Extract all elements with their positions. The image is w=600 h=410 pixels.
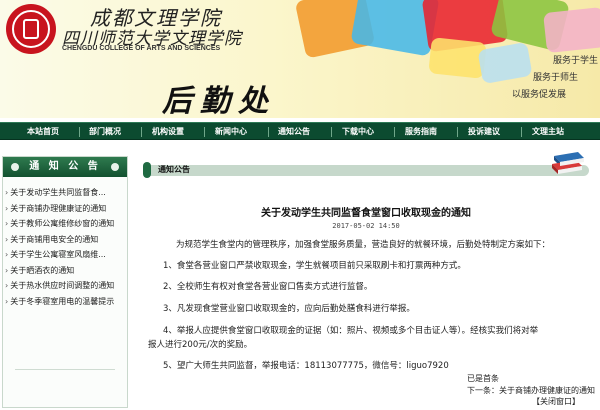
nav-notices[interactable]: 通知公告 [278,123,310,141]
sidebar-notice-item[interactable]: › 关于冬季寝室用电的温馨提示 [5,294,127,310]
prev-article-link: 已是首条 [467,374,499,383]
banner-slogan: 服务于师生 [533,73,579,83]
article-paragraph-3: 3、凡发现食堂营业窗口收取现金的，应向后勤处膳食科进行举报。 [163,304,415,314]
sidebar-notice-item[interactable]: › 关于热水供应时间调整的通知 [5,278,127,294]
bullet-icon: › [5,219,9,228]
decor-puzzle-piece [543,6,600,54]
article-title: 关于发动学生共同监督食堂窗口收取现金的通知 [261,208,471,219]
school-logo [6,4,56,54]
sidebar-notice-item[interactable]: › 关于商铺用电安全的通知 [5,232,127,248]
bullet-icon: › [5,250,9,259]
nav-downloads[interactable]: 下载中心 [342,123,374,141]
divider [15,369,115,370]
sidebar-notice-list: › 关于发动学生共同监督食... › 关于商铺办理健康证的通知 › 关于教师公寓维修纱… [5,185,127,309]
sidebar-header: 通 知 公 告 [3,157,127,177]
school-name-en: CHENGDU COLLEGE OF ARTS AND SCIENCES [62,45,221,52]
sidebar-notice-item[interactable]: › 关于商铺办理健康证的通知 [5,201,127,217]
article-paragraph-5: 5、望广大师生共同监督，举报电话：18113077775，微信号：liguo79… [163,361,449,371]
bullet-icon: › [5,234,9,244]
sidebar-notice-item[interactable]: › 关于学生公寓寝室风扇维... [5,247,127,263]
nav-home[interactable]: 本站首页 [27,123,59,141]
nav-complaints[interactable]: 投诉建议 [468,123,500,141]
bullet-icon: › [5,281,9,290]
article-date: 2017-05-02 14:50 [332,222,400,230]
nav-main-site[interactable]: 文理主站 [532,123,564,141]
section-label: 通知公告 [158,165,190,174]
nav-news[interactable]: 新闻中心 [215,123,247,141]
notice-sidebar: 通 知 公 告 › 关于发动学生共同监督食... › 关于商铺办理健康证的通知 › 关… [2,156,128,408]
nav-about[interactable]: 部门概况 [89,123,121,141]
bullet-icon: › [5,265,9,275]
section-header-bar [143,165,589,176]
header-banner: 成都文理学院 四川师范大学文理学院 CHENGDU COLLEGE OF ART… [0,0,600,118]
article-paragraph-4-cont: 报人进行200元/次的奖励。 [148,340,253,350]
bullet-icon: › [5,203,9,213]
decor-puzzle-piece [477,41,533,85]
department-title: 后勤处 [162,84,276,118]
banner-slogan: 服务于学生 [553,56,599,66]
bullet-icon: › [5,188,9,197]
article-paragraph-4: 4、举报人应提供食堂窗口收取现金的证据（如：照片、视频或多个目击证人等）。经核实… [163,326,539,336]
close-window-button[interactable]: 【关闭窗口】 [532,396,580,407]
section-header-cap [143,162,151,178]
main-nav: 本站首页 部门概况 机构设置 新闻中心 通知公告 下载中心 服务指南 投诉建议 … [0,122,600,140]
article-intro: 为规范学生食堂内的管理秩序，加强食堂服务质量，营造良好的就餐环境，后勤处特制定方… [176,240,551,250]
article-paragraph-1: 1、食堂各营业窗口严禁收取现金，学生就餐项目前只采取刷卡和打票两种方式。 [163,261,466,271]
nav-service-guide[interactable]: 服务指南 [405,123,437,141]
sidebar-title: 通 知 公 告 [29,161,101,172]
sidebar-notice-item[interactable]: › 关于发动学生共同监督食... [5,185,127,201]
next-article-link[interactable]: 下一条：关于商铺办理健康证的通知 [467,385,595,396]
nav-organization[interactable]: 机构设置 [152,123,184,141]
article-paragraph-2: 2、全校师生有权对食堂各营业窗口售卖方式进行监督。 [163,282,373,292]
banner-slogan: 以服务促发展 [512,90,567,100]
sidebar-notice-item[interactable]: › 关于教师公寓维修纱窗的通知 [5,216,127,232]
sidebar-notice-item[interactable]: › 关于晒酒衣的通知 [5,263,127,279]
books-icon [552,152,584,174]
bullet-icon: › [5,296,9,306]
